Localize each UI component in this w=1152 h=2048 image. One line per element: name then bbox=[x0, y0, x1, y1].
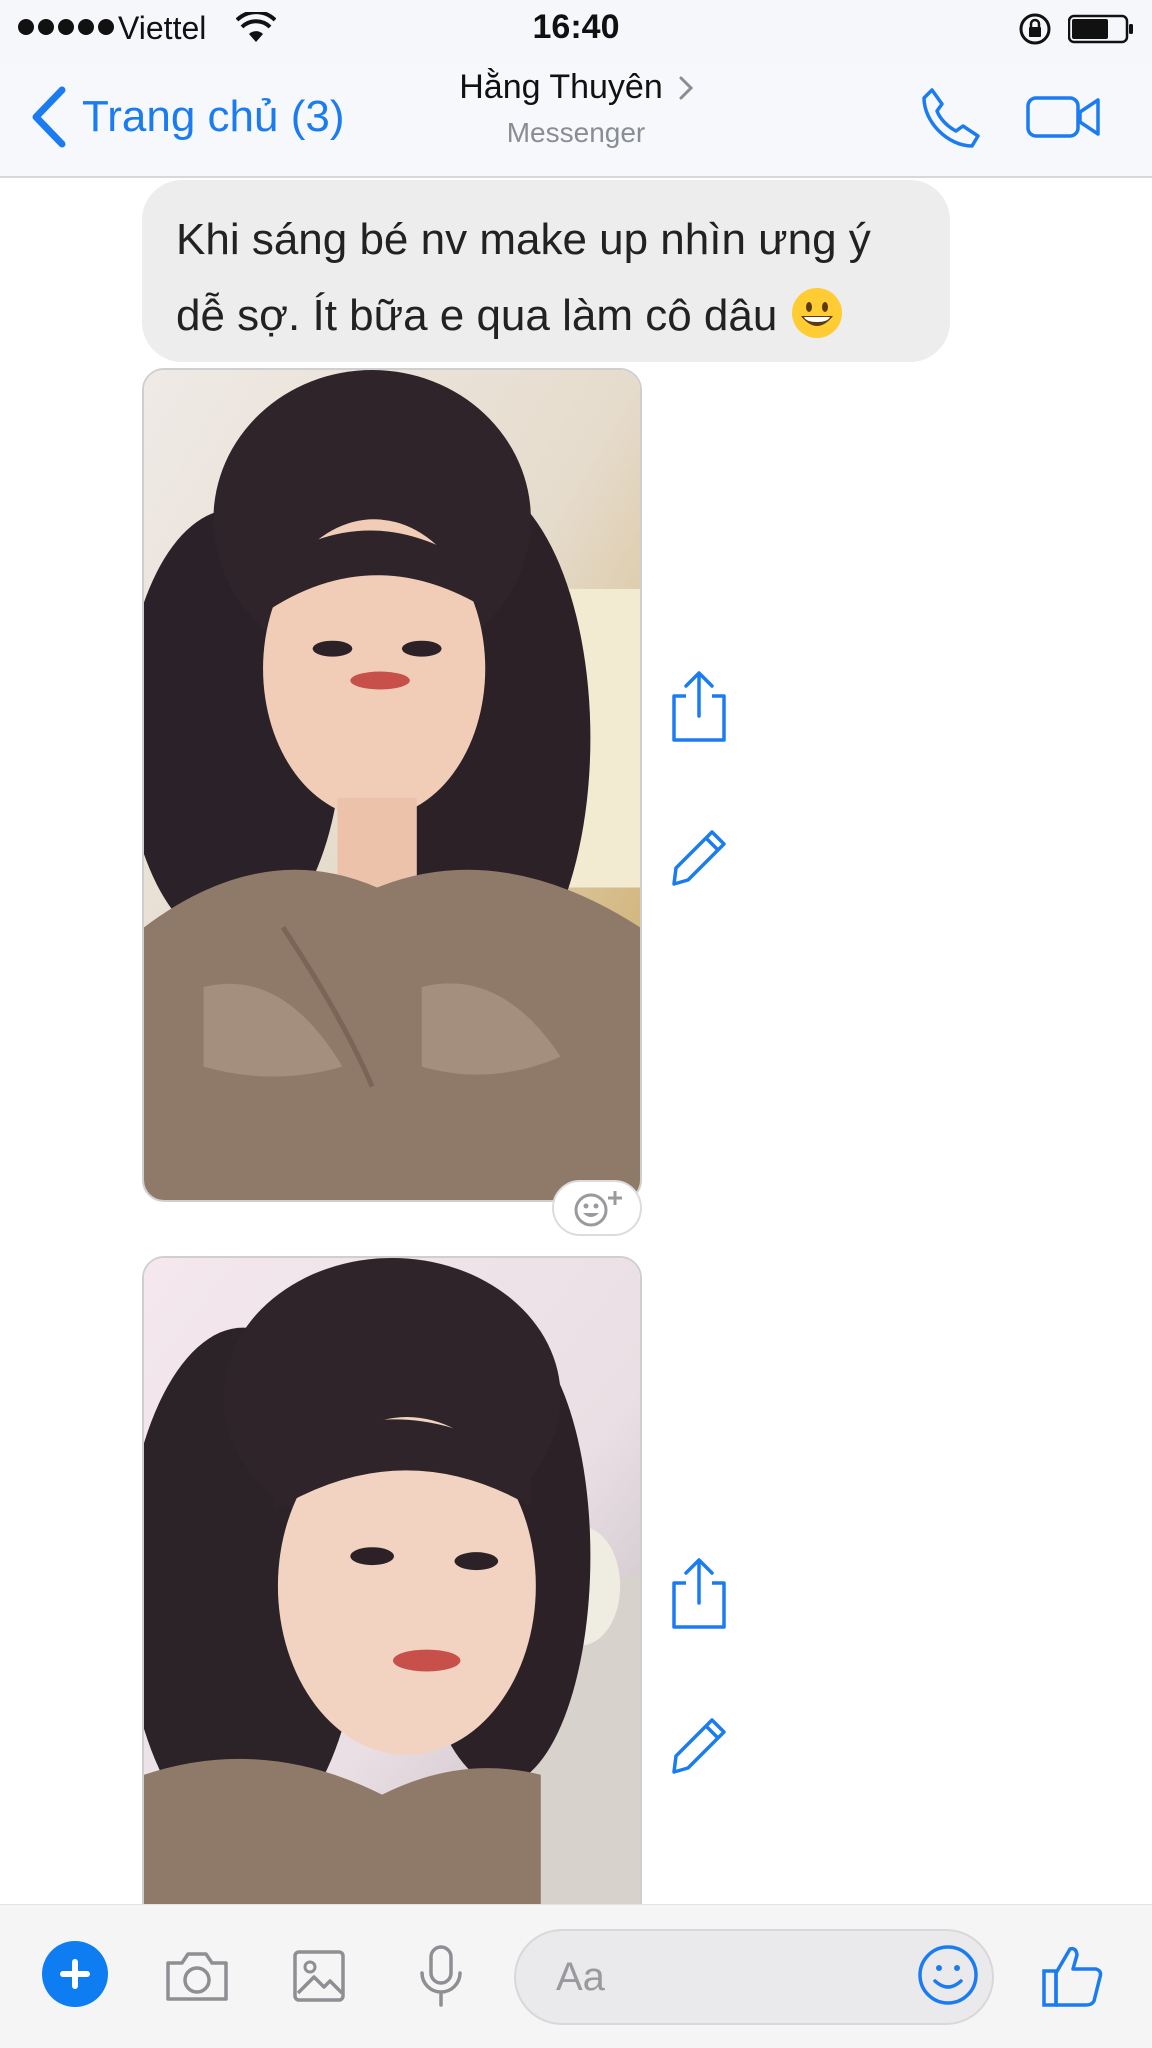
grinning-face-icon bbox=[791, 288, 842, 338]
message-input-placeholder: Aa bbox=[556, 1955, 605, 1999]
incoming-message-bubble[interactable]: Khi sáng bé nv make up nhìn ưng ý dễ sợ.… bbox=[142, 180, 950, 362]
chevron-right-icon bbox=[679, 76, 693, 99]
shared-photo[interactable] bbox=[142, 1256, 642, 1906]
emoji-smile-icon[interactable] bbox=[916, 1943, 980, 2007]
thumbs-up-icon[interactable] bbox=[1040, 1943, 1106, 2009]
edit-pencil-icon[interactable] bbox=[668, 818, 730, 890]
add-reaction-button[interactable] bbox=[552, 1180, 642, 1236]
edit-pencil-icon[interactable] bbox=[668, 1706, 730, 1778]
battery-icon bbox=[1068, 14, 1133, 44]
more-actions-button[interactable] bbox=[42, 1941, 108, 2007]
selfie-photo-image bbox=[144, 1258, 640, 1904]
phone-call-icon[interactable] bbox=[918, 86, 984, 152]
conversation-header: Viettel 16:40 Trang chủ (3) Hằng Thuyên bbox=[0, 0, 1152, 178]
add-reaction-icon bbox=[574, 1191, 622, 1227]
message-text: Khi sáng bé nv make up nhìn ưng ý dễ sợ.… bbox=[176, 215, 871, 340]
shared-photo[interactable] bbox=[142, 368, 642, 1202]
contact-name: Hằng Thuyên bbox=[459, 68, 663, 106]
microphone-icon[interactable] bbox=[418, 1945, 464, 2007]
share-icon[interactable] bbox=[668, 670, 730, 742]
gallery-icon[interactable] bbox=[292, 1949, 346, 2003]
status-time: 16:40 bbox=[532, 8, 620, 46]
rotation-lock-icon bbox=[1019, 13, 1051, 45]
message-composer: Aa bbox=[0, 1904, 1152, 2048]
status-bar: Viettel 16:40 bbox=[0, 0, 1152, 58]
selfie-photo-image bbox=[144, 370, 640, 1200]
camera-icon[interactable] bbox=[164, 1949, 230, 2003]
video-call-icon[interactable] bbox=[1026, 92, 1100, 142]
share-icon[interactable] bbox=[668, 1557, 730, 1629]
